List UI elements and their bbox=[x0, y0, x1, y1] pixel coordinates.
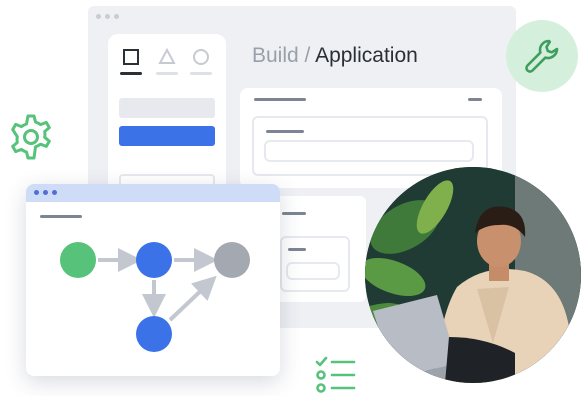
square-icon[interactable] bbox=[122, 48, 140, 66]
wrench-icon bbox=[525, 39, 559, 73]
field-label bbox=[288, 248, 306, 251]
person-photo bbox=[365, 167, 581, 383]
wrench-badge bbox=[506, 20, 578, 92]
breadcrumb: Build / Application bbox=[252, 44, 418, 68]
circle-icon[interactable] bbox=[192, 48, 210, 66]
panel-heading-line bbox=[282, 212, 306, 215]
active-tab-indicator bbox=[120, 72, 142, 75]
text-field[interactable] bbox=[286, 262, 340, 280]
field-group bbox=[280, 236, 350, 292]
checklist-icon bbox=[315, 356, 356, 393]
workflow-node-start bbox=[60, 242, 96, 278]
window-controls bbox=[96, 14, 119, 19]
breadcrumb-parent[interactable]: Build bbox=[252, 44, 299, 67]
breadcrumb-current: Application bbox=[315, 44, 418, 67]
workflow-node-step bbox=[136, 242, 172, 278]
sidebar-item-selected[interactable] bbox=[119, 126, 215, 146]
workflow-edge bbox=[168, 275, 217, 322]
person-photo-illustration bbox=[365, 167, 581, 383]
sidebar-panel bbox=[108, 34, 226, 204]
breadcrumb-separator: / bbox=[298, 44, 316, 67]
workflow-window bbox=[26, 184, 280, 376]
triangle-icon[interactable] bbox=[158, 48, 176, 66]
workflow-diagram bbox=[60, 242, 250, 352]
tab-indicator bbox=[156, 72, 178, 75]
panel-menu-line[interactable] bbox=[468, 98, 482, 101]
form-section bbox=[252, 116, 488, 176]
panel-heading-line bbox=[254, 98, 306, 101]
tab-indicator bbox=[190, 72, 212, 75]
gear-icon bbox=[11, 114, 51, 160]
text-field[interactable] bbox=[264, 140, 474, 162]
workflow-node-end bbox=[214, 242, 250, 278]
sidebar-item[interactable] bbox=[119, 98, 215, 118]
lower-panel bbox=[276, 196, 366, 302]
field-label bbox=[266, 130, 304, 133]
workflow-node-branch bbox=[136, 316, 172, 352]
